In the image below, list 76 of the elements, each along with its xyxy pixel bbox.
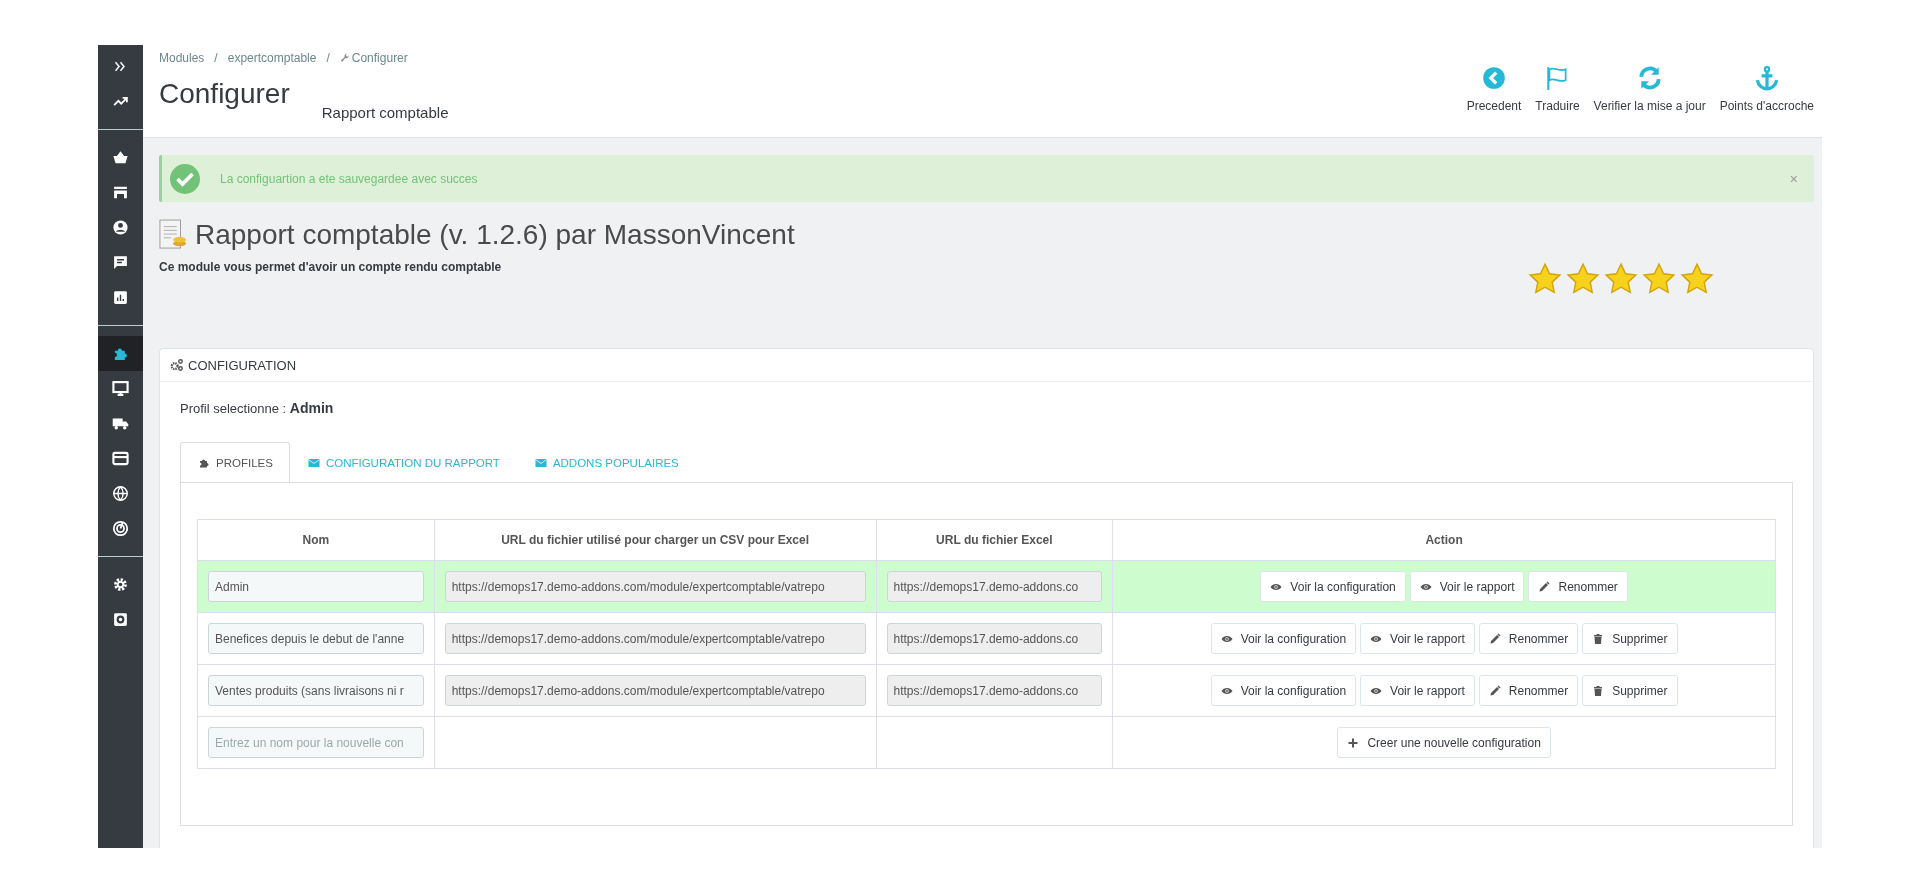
column-header: Nom: [197, 519, 435, 561]
name-field[interactable]: Benefices depuis le debut de l'anne: [208, 623, 424, 654]
envelope-icon: [533, 456, 548, 469]
panel-title: CONFIGURATION: [188, 357, 297, 373]
page-title: Configurer: [159, 77, 290, 111]
pencil-icon: [1538, 580, 1551, 593]
cogs-icon: [170, 358, 184, 372]
name-field[interactable]: Ventes produits (sans livraisons ni r: [208, 675, 424, 706]
alert-message: La configuartion a ete sauvegardee avec succes: [220, 171, 479, 186]
url-field[interactable]: https://demops17.demo-addons.com/module/expertcomptable/vatrepo: [444, 623, 866, 654]
breadcrumb-separator: /: [326, 51, 330, 65]
new-name-field[interactable]: Entrez un nom pour la nouvelle con: [208, 727, 424, 758]
star-icon: [1604, 262, 1638, 296]
tab[interactable]: PROFILES: [180, 442, 290, 482]
module-description: Ce module vous permet d'avoir un compte rendu comptable: [159, 260, 503, 274]
gear-box-icon: [112, 611, 129, 628]
star-icon: [1566, 262, 1600, 296]
action-button[interactable]: Supprimer: [1582, 623, 1678, 654]
plus-icon: [1347, 736, 1360, 749]
page-subtitle: Rapport comptable: [321, 104, 449, 121]
document-coins-icon: [159, 218, 187, 252]
toolbar-button[interactable]: Points d'accroche: [1719, 65, 1814, 113]
settings-icon: [112, 576, 129, 593]
profile-value: Admin: [289, 400, 334, 416]
module-title: Rapport comptable (v. 1.2.6) par MassonVincent: [195, 219, 795, 251]
action-button[interactable]: Voir la configuration: [1210, 623, 1357, 654]
action-button[interactable]: Voir le rapport: [1409, 571, 1525, 602]
envelope-icon: [306, 456, 321, 469]
bar-chart-icon: [112, 289, 129, 306]
breadcrumb-separator: /: [214, 51, 218, 65]
anchor-icon: [1753, 65, 1780, 91]
url-field[interactable]: https://demops17.demo-addons.co: [886, 675, 1103, 706]
wrench-icon: [339, 53, 350, 63]
card-icon: [112, 450, 129, 467]
trash-icon: [1592, 684, 1605, 697]
column-header: URL du fichier Excel: [876, 519, 1113, 561]
create-button[interactable]: Creer une nouvelle configuration: [1337, 727, 1551, 758]
url-field[interactable]: https://demops17.demo-addons.co: [886, 623, 1103, 654]
refresh-icon: [1636, 65, 1663, 91]
action-button[interactable]: Voir la configuration: [1210, 675, 1357, 706]
url-field[interactable]: https://demops17.demo-addons.com/module/expertcomptable/vatrepo: [444, 675, 866, 706]
radar-icon: [112, 520, 129, 537]
basket-icon: [112, 149, 129, 166]
toolbar-button[interactable]: Precedent: [1466, 65, 1522, 113]
breadcrumb-link[interactable]: Configurer: [351, 51, 408, 65]
breadcrumb-link[interactable]: Modules: [159, 51, 205, 65]
profile-label: Profil selectionne :: [180, 401, 287, 416]
action-button[interactable]: Voir le rapport: [1360, 675, 1475, 706]
pencil-icon: [1488, 632, 1501, 645]
action-button[interactable]: Voir la configuration: [1260, 571, 1406, 602]
user-icon: [112, 219, 129, 236]
monitor-icon: [112, 380, 129, 397]
action-button[interactable]: Renommer: [1528, 571, 1628, 602]
trash-icon: [1592, 632, 1605, 645]
chat-icon: [112, 254, 129, 271]
column-header: Action: [1112, 519, 1776, 561]
check-circle-icon: [170, 163, 200, 194]
action-button[interactable]: Renommer: [1478, 623, 1579, 654]
url-field[interactable]: https://demops17.demo-addons.com/module/expertcomptable/vatrepo: [444, 571, 866, 602]
action-button[interactable]: Supprimer: [1582, 675, 1678, 706]
store-icon: [112, 184, 129, 201]
column-header: URL du fichier utilisé pour charger un CSV pour Excel: [434, 519, 876, 561]
action-button[interactable]: Renommer: [1478, 675, 1579, 706]
breadcrumb-link[interactable]: expertcomptable: [227, 51, 317, 65]
star-icon: [1528, 262, 1562, 296]
globe-icon: [112, 485, 129, 502]
pencil-icon: [1488, 684, 1501, 697]
toolbar-button[interactable]: Verifier la mise a jour: [1593, 65, 1706, 113]
name-field[interactable]: Admin: [208, 571, 424, 602]
star-icon: [1680, 262, 1714, 296]
sidebar-item[interactable]: [98, 336, 143, 371]
action-button[interactable]: Voir le rapport: [1360, 623, 1475, 654]
arrow-circle-icon: [1481, 65, 1507, 91]
toolbar-button[interactable]: Traduire: [1535, 65, 1580, 113]
star-icon: [1642, 262, 1676, 296]
url-field[interactable]: https://demops17.demo-addons.co: [886, 571, 1103, 602]
